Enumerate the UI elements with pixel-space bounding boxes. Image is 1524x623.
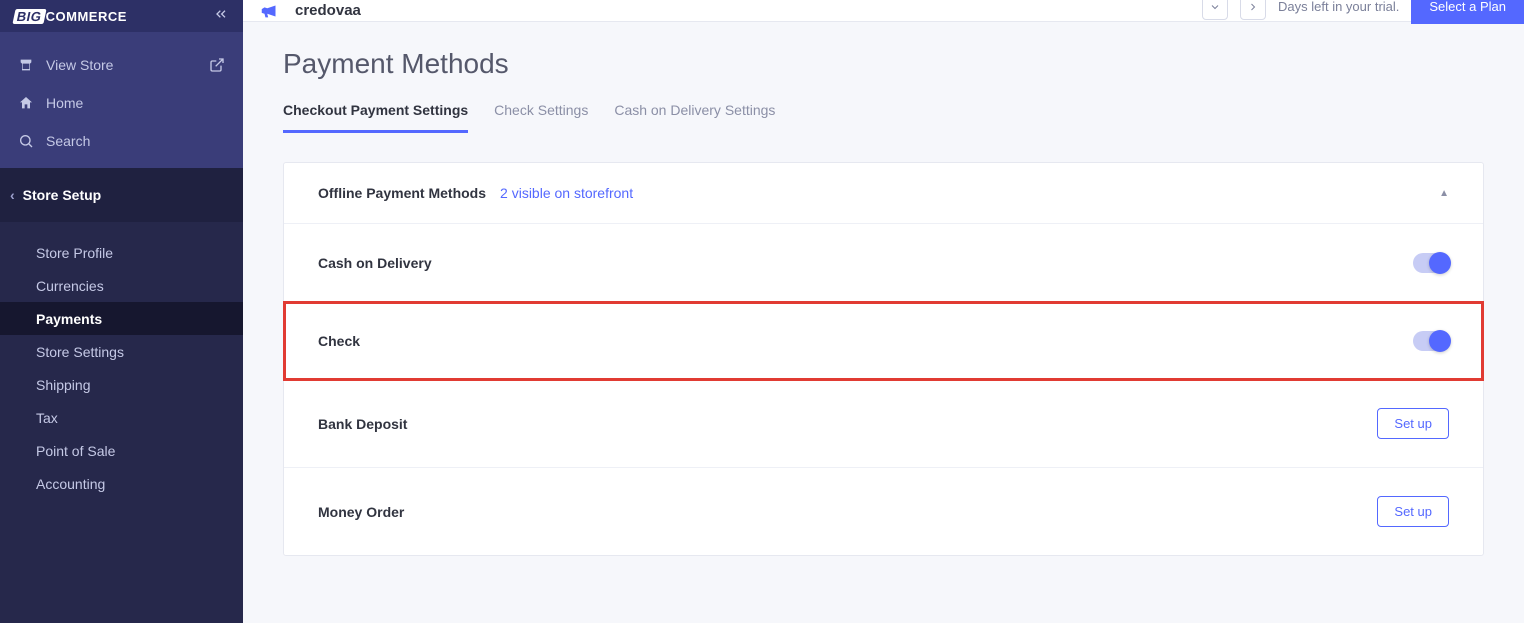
- sidebar-sub-label: Accounting: [36, 476, 105, 492]
- sidebar-brand: BIGCOMMERCE: [0, 0, 243, 32]
- toggle-knob: [1429, 252, 1451, 274]
- external-link-icon: [209, 57, 225, 73]
- nav-prev-button[interactable]: [1202, 0, 1228, 20]
- chevron-right-icon: [1247, 1, 1259, 13]
- app-megaphone-icon: [259, 0, 281, 22]
- sidebar-sub-label: Point of Sale: [36, 443, 115, 459]
- page-title: Payment Methods: [283, 48, 1484, 80]
- topbar: credovaa Days left in your trial. Select…: [243, 0, 1524, 22]
- tab-checkout-payment-settings[interactable]: Checkout Payment Settings: [283, 102, 468, 133]
- sidebar-item-search[interactable]: Search: [0, 122, 243, 160]
- chevron-down-icon: [1209, 1, 1221, 13]
- offline-methods-panel: Offline Payment Methods 2 visible on sto…: [283, 162, 1484, 556]
- payment-method-setup-button[interactable]: Set up: [1377, 496, 1449, 527]
- search-icon: [18, 133, 34, 149]
- payment-method-name: Bank Deposit: [318, 416, 1377, 432]
- sidebar-item-home[interactable]: Home: [0, 84, 243, 122]
- payment-method-row-bank-deposit: Bank DepositSet up: [284, 380, 1483, 468]
- sidebar-sub-label: Currencies: [36, 278, 104, 294]
- payment-method-name: Check: [318, 333, 1413, 349]
- sidebar-item-tax[interactable]: Tax: [0, 401, 243, 434]
- sidebar-item-store-profile[interactable]: Store Profile: [0, 236, 243, 269]
- payment-method-setup-button[interactable]: Set up: [1377, 408, 1449, 439]
- sidebar-label-home: Home: [46, 95, 83, 111]
- panel-title: Offline Payment Methods: [318, 185, 486, 201]
- select-plan-button[interactable]: Select a Plan: [1411, 0, 1524, 24]
- sidebar-heading-label: Store Setup: [23, 187, 102, 203]
- brand-big: BIG: [12, 9, 46, 24]
- sidebar-item-payments[interactable]: Payments: [0, 302, 243, 335]
- tab-check-settings[interactable]: Check Settings: [494, 102, 588, 133]
- visible-on-storefront-link[interactable]: 2 visible on storefront: [500, 185, 633, 201]
- payment-method-name: Money Order: [318, 504, 1377, 520]
- panel-header: Offline Payment Methods 2 visible on sto…: [284, 163, 1483, 224]
- payment-method-row-money-order: Money OrderSet up: [284, 468, 1483, 555]
- sidebar-item-store-settings[interactable]: Store Settings: [0, 335, 243, 368]
- sidebar-label-view-store: View Store: [46, 57, 113, 73]
- nav-next-button[interactable]: [1240, 0, 1266, 20]
- payment-method-toggle[interactable]: [1413, 331, 1449, 351]
- sidebar-sub-label: Store Settings: [36, 344, 124, 360]
- app-name: credovaa: [295, 2, 361, 19]
- tabs: Checkout Payment Settings Check Settings C…: [283, 102, 1484, 134]
- trial-text: Days left in your trial.: [1278, 0, 1399, 14]
- sidebar-sub-label: Shipping: [36, 377, 91, 393]
- sidebar-item-view-store[interactable]: View Store: [0, 46, 243, 84]
- sidebar-sub-label: Store Profile: [36, 245, 113, 261]
- sidebar-item-currencies[interactable]: Currencies: [0, 269, 243, 302]
- sidebar-collapse-button[interactable]: [213, 6, 229, 27]
- payment-method-name: Cash on Delivery: [318, 255, 1413, 271]
- sidebar-label-search: Search: [46, 133, 90, 149]
- payment-method-row-check: Check: [284, 302, 1483, 380]
- sidebar-item-accounting[interactable]: Accounting: [0, 467, 243, 500]
- tab-cash-on-delivery-settings[interactable]: Cash on Delivery Settings: [614, 102, 775, 133]
- store-icon: [18, 57, 34, 73]
- sidebar-heading-store-setup[interactable]: ‹ Store Setup: [0, 168, 243, 222]
- payment-method-toggle[interactable]: [1413, 253, 1449, 273]
- brand-rest: COMMERCE: [46, 9, 127, 24]
- payment-method-row-cash-on-delivery: Cash on Delivery: [284, 224, 1483, 302]
- sidebar-sub-label: Tax: [36, 410, 58, 426]
- sidebar: BIGCOMMERCE View Store Home Search: [0, 0, 243, 623]
- sidebar-item-point-of-sale[interactable]: Point of Sale: [0, 434, 243, 467]
- chevron-left-icon: ‹: [10, 187, 15, 203]
- sidebar-sub-label: Payments: [36, 311, 102, 327]
- toggle-knob: [1429, 330, 1451, 352]
- brand-logo: BIGCOMMERCE: [14, 9, 127, 24]
- home-icon: [18, 95, 34, 111]
- chevrons-left-icon: [213, 6, 229, 22]
- sidebar-item-shipping[interactable]: Shipping: [0, 368, 243, 401]
- panel-collapse-caret[interactable]: ▲: [1439, 188, 1449, 199]
